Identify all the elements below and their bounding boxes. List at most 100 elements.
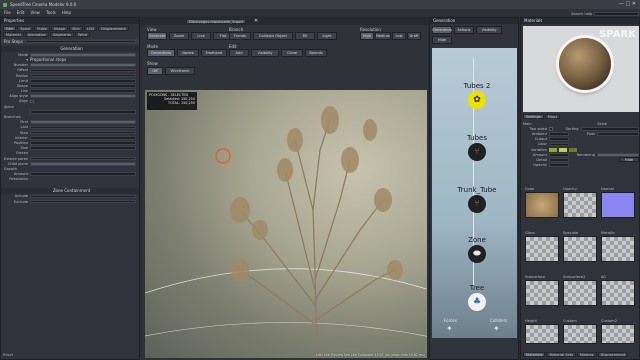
tab-meshes[interactable]: Meshes [577,352,597,357]
tab-spine[interactable]: Spine [17,26,34,31]
rendering-select[interactable] [597,152,639,157]
link-field[interactable] [30,89,136,93]
subsurface2-map-swatch[interactable] [563,280,597,306]
specular-map-swatch[interactable] [563,236,597,262]
material-preview[interactable]: SPARK [523,26,639,112]
properties-footer[interactable]: Reset [3,353,13,357]
tab-pulse[interactable]: Pulse [34,26,50,31]
color-map-swatch[interactable] [525,192,559,218]
window-controls[interactable]: — □ ✕ [619,1,636,7]
offset-field[interactable] [30,68,136,73]
tab-material-settings[interactable]: Settings [523,114,544,119]
gloss-map-swatch[interactable] [525,236,559,262]
sorting-select[interactable] [580,126,639,131]
high-button[interactable]: High [360,32,374,40]
fronds-button[interactable]: Fronds [229,32,251,40]
amount-slider[interactable] [549,152,569,157]
tab-material-sets[interactable]: Material Sets [546,352,576,357]
ao-map-swatch[interactable] [601,280,635,306]
align-checkbox[interactable] [30,99,34,104]
collision-object-button[interactable]: Collision Object [253,32,293,40]
fill-button[interactable]: Fill [295,32,315,40]
colliders-icon[interactable]: ✦ [493,324,500,333]
medium-button[interactable]: Medium [375,32,391,40]
tab-shape[interactable]: Shape [50,26,69,31]
show-off-button[interactable]: Off [147,67,163,75]
interior-field[interactable] [30,135,136,140]
generators-mode-button[interactable]: Generators [147,49,175,57]
menu-view[interactable]: View [30,10,40,15]
light-button[interactable]: Light [317,32,337,40]
tab-wind[interactable]: Wind [74,32,91,37]
normal-map-swatch[interactable] [601,192,635,218]
node-trunk-tube[interactable]: Trunk_Tube ⑂ [447,186,507,213]
search-input[interactable] [594,12,639,16]
menu-file[interactable]: File [4,10,11,15]
two-sided-checkbox[interactable] [549,126,553,131]
menu-help[interactable]: Help [62,10,71,15]
bounds-button[interactable]: Bounds [305,49,327,57]
zoom-button[interactable]: Zoom [169,32,189,40]
mode-select[interactable] [30,52,136,57]
position-field[interactable] [30,141,136,145]
opacity-map-swatch[interactable] [563,192,597,218]
generators-button[interactable]: Generators [432,26,452,34]
generate-button[interactable]: Generate [147,32,167,40]
first-field[interactable] [30,120,136,125]
height-map-swatch[interactable] [525,324,559,344]
gen-visibility-button[interactable]: Visibility [476,26,502,34]
extend-parent-field[interactable] [30,156,136,161]
tab-gen[interactable]: Gen [3,26,17,31]
tab-displacement[interactable]: Displacement [98,26,129,31]
metallic-map-swatch[interactable] [601,236,635,262]
tab-lod[interactable]: LOD [83,26,98,31]
live-button[interactable]: Live [191,32,211,40]
radius-field[interactable] [30,73,136,78]
visibility-button[interactable]: Visibility [251,49,279,57]
variation-swatch-3[interactable] [569,147,577,152]
color-field[interactable] [549,142,569,147]
node-tubes[interactable]: Tubes ⑂ [447,134,507,161]
freehand-mode-button[interactable]: Freehand [201,49,227,57]
3d-viewport[interactable]: POLYGONS - SELECTED Selected: 150,250 TO… [145,90,427,358]
variation-swatch-2[interactable] [559,147,567,152]
subsurface-map-swatch[interactable] [525,280,559,306]
add-button[interactable]: Add [229,49,249,57]
align-style-select[interactable] [30,94,136,99]
node-tree[interactable]: Tree ♣ [447,284,507,311]
tab-material-maps[interactable]: Maps [544,114,561,119]
custom-map-swatch[interactable] [563,324,597,344]
active-field[interactable] [30,110,136,114]
wireframe-button[interactable]: Wireframe [165,67,195,75]
variation-swatch-1[interactable] [549,147,557,152]
detail-field[interactable] [549,158,569,162]
shape-field[interactable] [30,84,136,88]
exclude-field[interactable] [30,199,136,204]
ambient-field[interactable] [549,132,569,136]
child-plane-field[interactable] [30,161,136,166]
low-button[interactable]: Low [392,32,406,40]
clone-button[interactable]: Clone [281,49,303,57]
pixel-field[interactable] [597,132,639,136]
tab-animation[interactable]: Animation [24,32,49,37]
cutout-field[interactable] [549,137,569,141]
last-field[interactable] [30,125,136,130]
node-tubes-2[interactable]: Tubes 2 ✿ [447,82,507,109]
viewport-doc-tab[interactable]: Ditchvagus macrocalle_3.spm [186,19,246,24]
opacity-field[interactable] [549,163,569,167]
actions-button[interactable]: Actions [454,26,474,34]
include-field[interactable] [30,194,136,199]
custom2-map-swatch[interactable] [601,324,635,344]
hide-button[interactable]: Hide [619,157,639,163]
forces-icon[interactable]: ✦ [446,324,453,333]
tab-skin[interactable]: Skin [69,26,83,31]
pro-steps-field[interactable] [24,39,136,44]
menu-edit[interactable]: Edit [17,10,25,15]
amount-field[interactable] [30,172,136,176]
draft-button[interactable]: Draft [407,32,421,40]
number-field[interactable] [30,63,136,67]
limit-field[interactable] [30,78,136,83]
tab-displacement-maps[interactable]: Displacement [597,352,629,357]
tab-material[interactable]: Material [3,32,24,37]
nodes-mode-button[interactable]: Nodes [177,49,199,57]
